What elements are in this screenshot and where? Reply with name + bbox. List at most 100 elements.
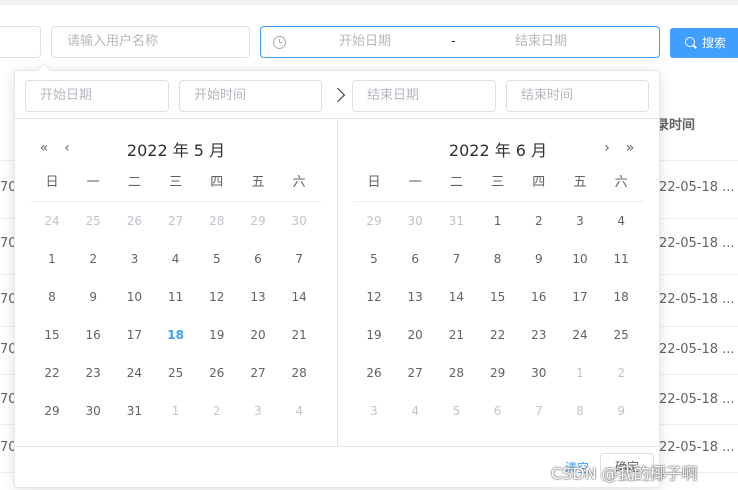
calendar-day[interactable]: 27: [400, 360, 430, 386]
calendar-day[interactable]: 6: [400, 246, 430, 272]
calendar-day[interactable]: 7: [441, 246, 471, 272]
calendar-day[interactable]: 30: [284, 208, 314, 234]
calendar-day[interactable]: 15: [483, 284, 513, 310]
calendar-day[interactable]: 6: [483, 398, 513, 424]
range-separator: -: [451, 34, 456, 49]
calendar-day[interactable]: 18: [606, 284, 636, 310]
calendar-day[interactable]: 26: [119, 208, 149, 234]
calendar-day[interactable]: 13: [400, 284, 430, 310]
calendar-day[interactable]: 7: [284, 246, 314, 272]
calendar-day[interactable]: 9: [524, 246, 554, 272]
calendar-day[interactable]: 5: [202, 246, 232, 272]
calendar-day[interactable]: 11: [161, 284, 191, 310]
calendar-day[interactable]: 21: [284, 322, 314, 348]
calendar-day[interactable]: 26: [359, 360, 389, 386]
calendar-day[interactable]: 25: [606, 322, 636, 348]
calendar-day[interactable]: 16: [524, 284, 554, 310]
calendar-day[interactable]: 16: [78, 322, 108, 348]
table-cell-login-time: 22-05-18 ...: [659, 180, 735, 195]
calendar-day[interactable]: 17: [119, 322, 149, 348]
calendar-day[interactable]: 15: [37, 322, 67, 348]
calendar-day[interactable]: 3: [359, 398, 389, 424]
calendar-day[interactable]: 7: [524, 398, 554, 424]
prev-month-icon[interactable]: ‹: [58, 138, 76, 158]
calendar-day[interactable]: 8: [565, 398, 595, 424]
calendar-day[interactable]: 29: [359, 208, 389, 234]
calendar-day[interactable]: 4: [284, 398, 314, 424]
calendar-day[interactable]: 21: [441, 322, 471, 348]
calendar-day[interactable]: 28: [202, 208, 232, 234]
calendar-day[interactable]: 4: [161, 246, 191, 272]
username-input[interactable]: 请输入用户名称: [51, 26, 250, 58]
calendar-day[interactable]: 19: [359, 322, 389, 348]
calendar-day[interactable]: 28: [441, 360, 471, 386]
calendar-day[interactable]: 9: [78, 284, 108, 310]
calendar-day[interactable]: 6: [243, 246, 273, 272]
calendar-day[interactable]: 1: [483, 208, 513, 234]
calendar-day[interactable]: 2: [78, 246, 108, 272]
calendar-day[interactable]: 17: [565, 284, 595, 310]
calendar-day[interactable]: 25: [161, 360, 191, 386]
keyword-input[interactable]: [0, 26, 41, 58]
calendar-day[interactable]: 25: [78, 208, 108, 234]
search-button[interactable]: 搜索: [670, 28, 738, 58]
calendar-day[interactable]: 30: [78, 398, 108, 424]
date-range-input[interactable]: 开始日期 - 结束日期: [260, 26, 660, 58]
calendar-day[interactable]: 10: [119, 284, 149, 310]
calendar-day[interactable]: 31: [441, 208, 471, 234]
calendar-day[interactable]: 13: [243, 284, 273, 310]
calendar-day[interactable]: 4: [400, 398, 430, 424]
calendar-day[interactable]: 3: [243, 398, 273, 424]
calendar-day[interactable]: 2: [202, 398, 232, 424]
calendar-day[interactable]: 1: [161, 398, 191, 424]
calendar-day[interactable]: 2: [606, 360, 636, 386]
calendar-day[interactable]: 12: [359, 284, 389, 310]
picker-end-date-input[interactable]: 结束日期: [352, 80, 496, 112]
calendar-day[interactable]: 22: [37, 360, 67, 386]
calendar-day[interactable]: 23: [78, 360, 108, 386]
calendar-day-today[interactable]: 18: [161, 322, 191, 348]
calendar-day[interactable]: 1: [565, 360, 595, 386]
calendar-day[interactable]: 5: [359, 246, 389, 272]
picker-start-date-input[interactable]: 开始日期: [25, 80, 169, 112]
calendar-day[interactable]: 29: [483, 360, 513, 386]
calendar-day[interactable]: 27: [243, 360, 273, 386]
table-cell-login-time: 22-05-18 ...: [659, 292, 735, 307]
calendar-day[interactable]: 31: [119, 398, 149, 424]
prev-year-icon[interactable]: «: [35, 138, 53, 158]
next-month-icon[interactable]: ›: [598, 138, 616, 158]
calendar-day[interactable]: 30: [524, 360, 554, 386]
calendar-day[interactable]: 8: [37, 284, 67, 310]
calendar-day[interactable]: 24: [119, 360, 149, 386]
picker-start-time-placeholder: 开始时间: [194, 88, 247, 103]
calendar-day[interactable]: 1: [37, 246, 67, 272]
calendar-day[interactable]: 29: [37, 398, 67, 424]
calendar-day[interactable]: 12: [202, 284, 232, 310]
calendar-day[interactable]: 11: [606, 246, 636, 272]
picker-end-time-input[interactable]: 结束时间: [506, 80, 649, 112]
picker-start-time-input[interactable]: 开始时间: [179, 80, 322, 112]
calendar-day[interactable]: 23: [524, 322, 554, 348]
calendar-day[interactable]: 5: [441, 398, 471, 424]
calendar-day[interactable]: 8: [483, 246, 513, 272]
calendar-day[interactable]: 14: [441, 284, 471, 310]
calendar-day[interactable]: 3: [119, 246, 149, 272]
calendar-day[interactable]: 26: [202, 360, 232, 386]
calendar-day[interactable]: 27: [161, 208, 191, 234]
calendar-day[interactable]: 3: [565, 208, 595, 234]
calendar-day[interactable]: 30: [400, 208, 430, 234]
calendar-day[interactable]: 28: [284, 360, 314, 386]
calendar-day[interactable]: 9: [606, 398, 636, 424]
calendar-day[interactable]: 4: [606, 208, 636, 234]
calendar-day[interactable]: 10: [565, 246, 595, 272]
calendar-day[interactable]: 20: [243, 322, 273, 348]
calendar-day[interactable]: 20: [400, 322, 430, 348]
next-year-icon[interactable]: »: [621, 138, 639, 158]
calendar-day[interactable]: 24: [37, 208, 67, 234]
calendar-day[interactable]: 2: [524, 208, 554, 234]
calendar-day[interactable]: 19: [202, 322, 232, 348]
calendar-day[interactable]: 14: [284, 284, 314, 310]
calendar-day[interactable]: 29: [243, 208, 273, 234]
calendar-day[interactable]: 24: [565, 322, 595, 348]
calendar-day[interactable]: 22: [483, 322, 513, 348]
